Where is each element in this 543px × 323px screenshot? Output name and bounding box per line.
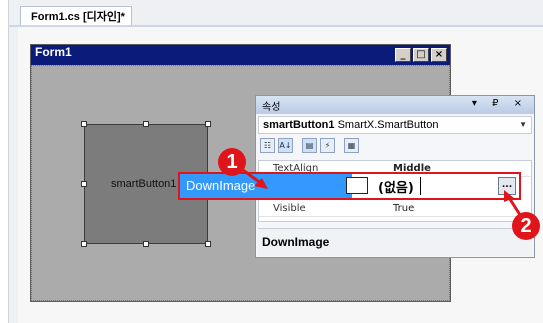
callout-marker-2: 2 xyxy=(512,212,540,240)
callout-marker-1: 1 xyxy=(218,148,246,176)
callout-arrows xyxy=(231,160,524,219)
